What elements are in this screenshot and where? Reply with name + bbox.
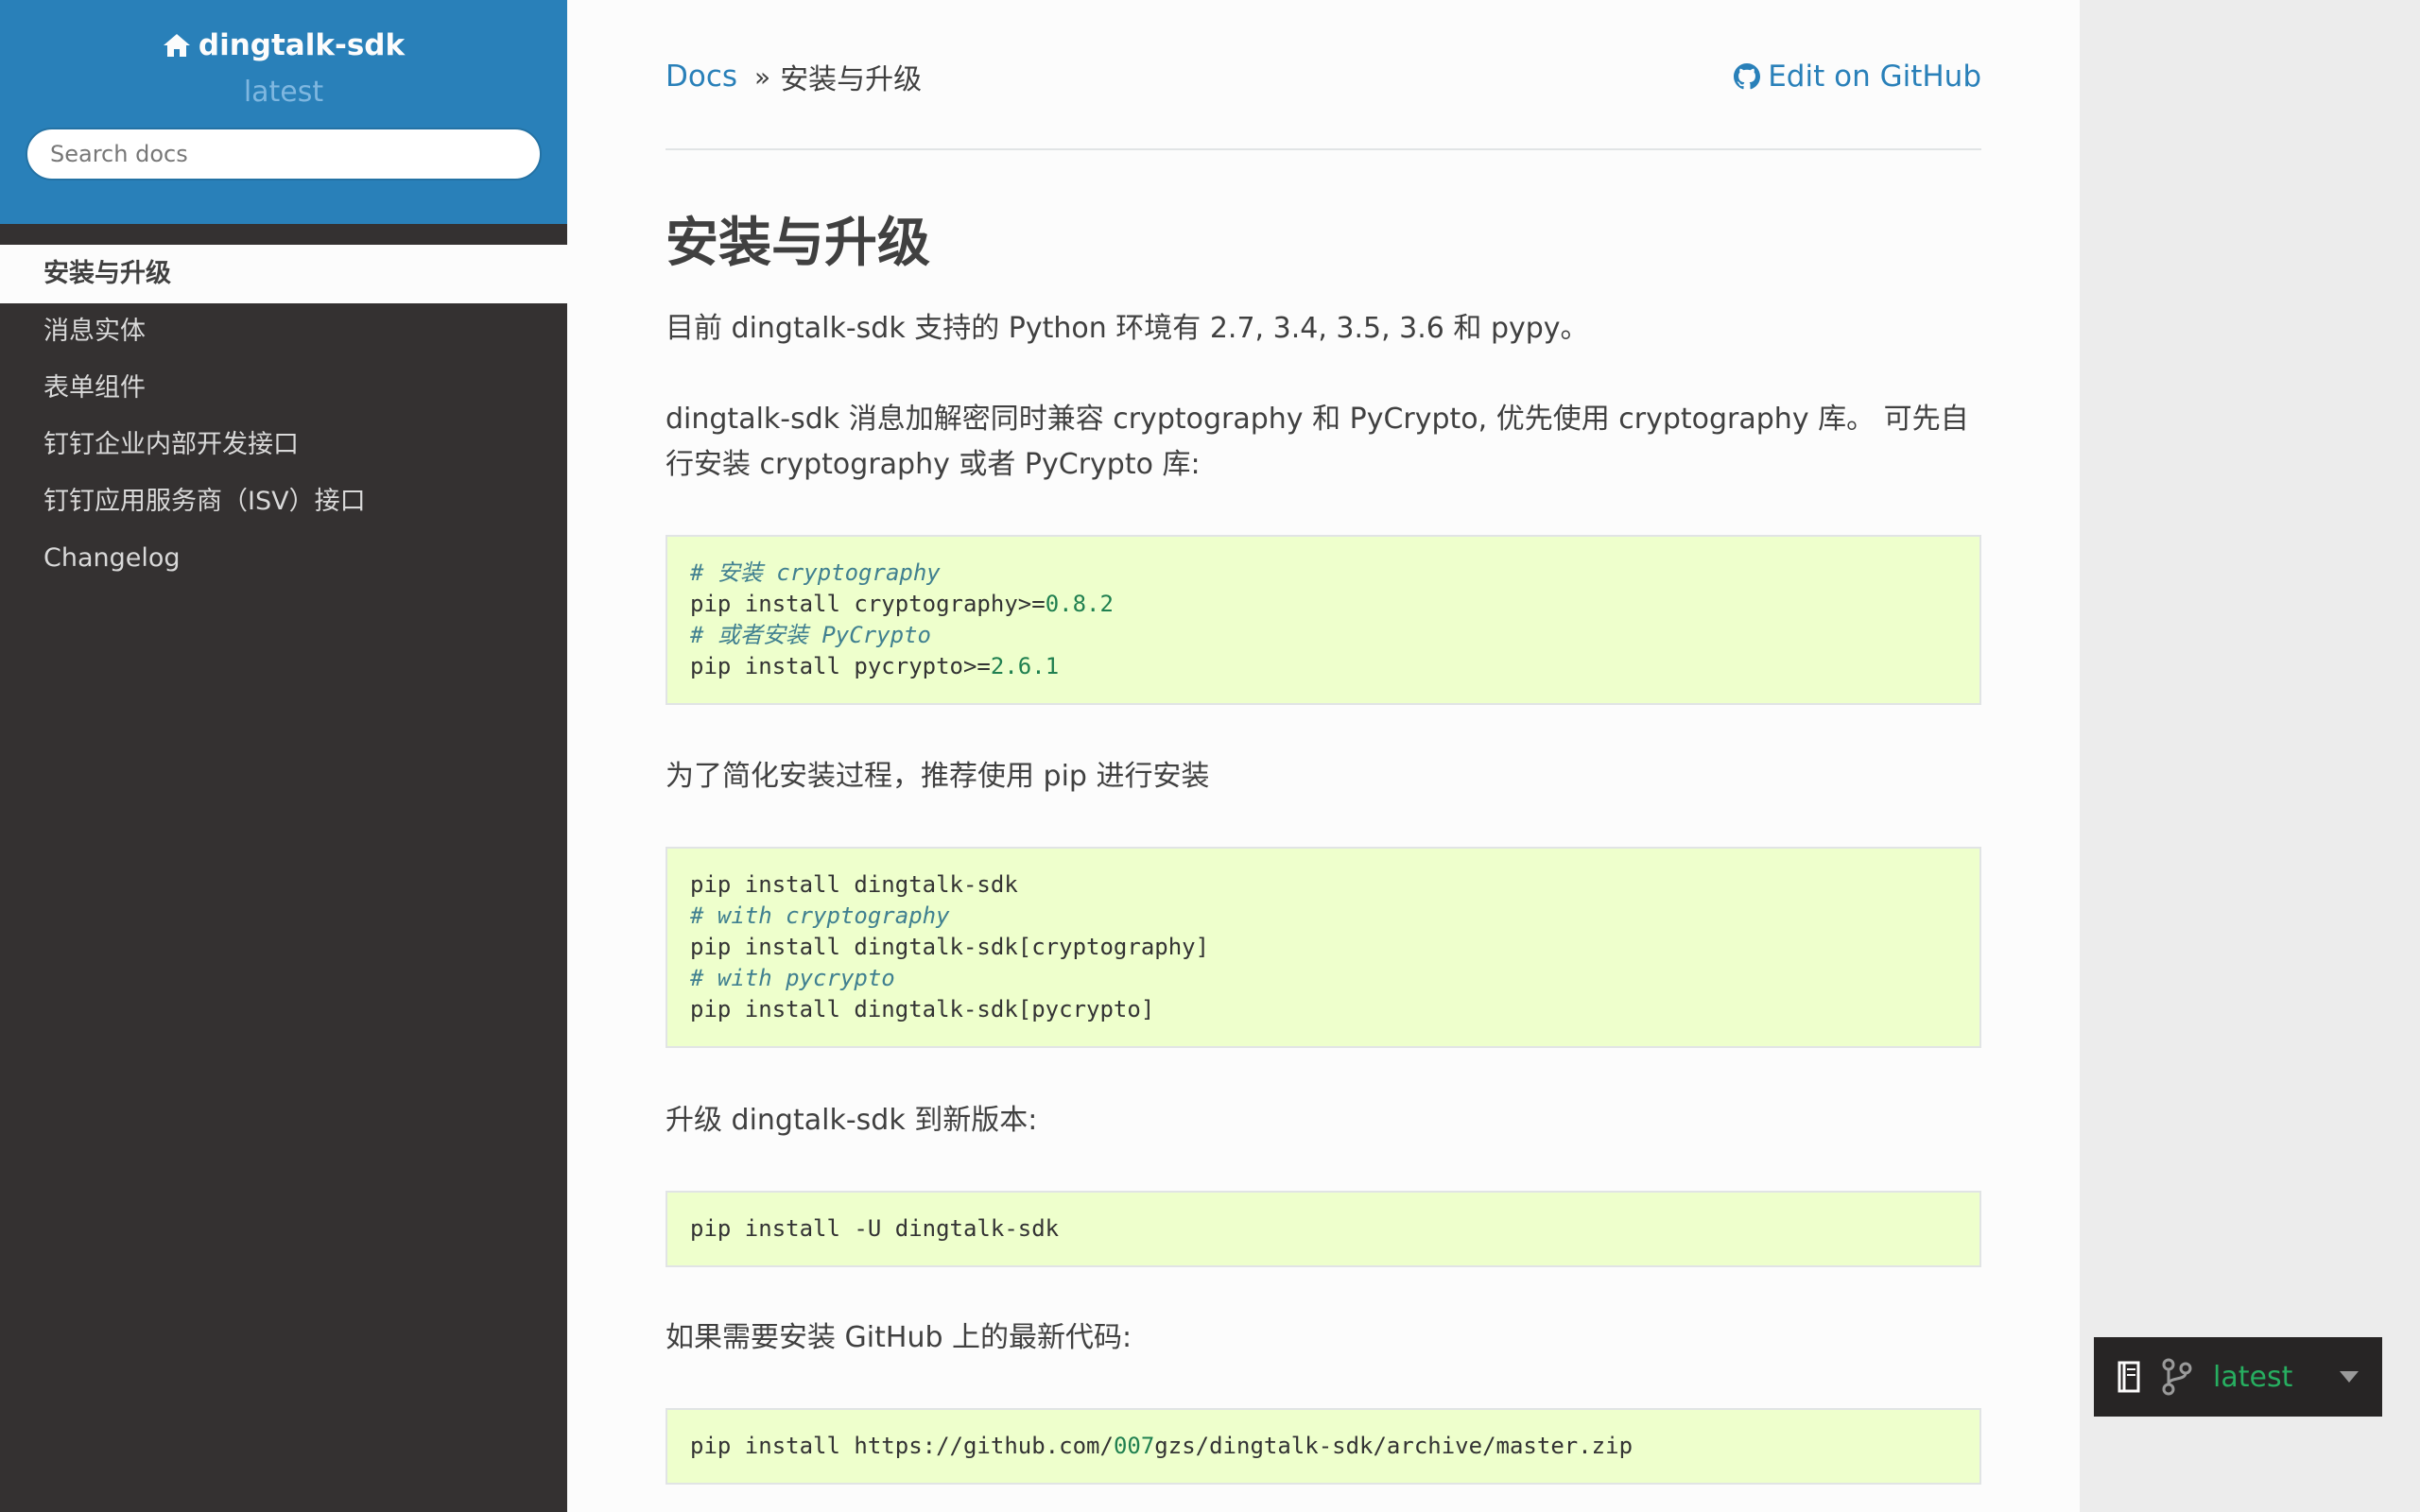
code-block-upgrade: pip install -U dingtalk-sdk bbox=[666, 1191, 1981, 1267]
project-home-link[interactable]: dingtalk-sdk bbox=[163, 28, 405, 62]
home-icon bbox=[163, 34, 190, 57]
paragraph-crypto-compat: dingtalk-sdk 消息加解密同时兼容 cryptography 和 Py… bbox=[666, 403, 1969, 481]
sidebar-nav: 安装与升级 消息实体 表单组件 钉钉企业内部开发接口 钉钉应用服务商（ISV）接… bbox=[0, 245, 567, 587]
code-comment: # 或者安装 PyCrypto bbox=[690, 622, 931, 648]
main-content: Docs » 安装与升级 Edit on GitHub 安装与升级 目前 din… bbox=[567, 0, 2080, 1512]
code-text: pip install pycrypto bbox=[690, 653, 963, 679]
code-text: pip install dingtalk-sdk[pycrypto] bbox=[690, 996, 1155, 1022]
paragraph-pip-recommend: 为了简化安装过程，推荐使用 pip 进行安装 bbox=[666, 760, 1210, 793]
header-divider bbox=[666, 148, 1981, 150]
book-icon bbox=[2118, 1361, 2140, 1393]
code-text: pip install https://github.com/ bbox=[690, 1433, 1114, 1459]
sidebar-item-forms[interactable]: 表单组件 bbox=[0, 360, 567, 417]
sidebar: dingtalk-sdk latest 安装与升级 消息实体 表单组件 钉钉企业… bbox=[0, 0, 567, 1512]
code-number: 2.6.1 bbox=[990, 653, 1060, 679]
edit-on-github-label: Edit on GitHub bbox=[1768, 60, 1981, 94]
sidebar-item-install[interactable]: 安装与升级 bbox=[0, 245, 567, 303]
code-text: pip install dingtalk-sdk[cryptography] bbox=[690, 934, 1210, 960]
code-text: pip install dingtalk-sdk bbox=[690, 871, 1018, 898]
version-switcher[interactable]: latest bbox=[2094, 1337, 2382, 1417]
current-version-label: latest bbox=[2213, 1360, 2293, 1394]
code-operator: >= bbox=[962, 653, 991, 679]
code-block-github-install: pip install https://github.com/007gzs/di… bbox=[666, 1408, 1981, 1485]
breadcrumb-separator: » bbox=[754, 60, 771, 93]
breadcrumb: Docs » 安装与升级 Edit on GitHub bbox=[666, 55, 1981, 98]
code-number: 007 bbox=[1113, 1433, 1155, 1459]
paragraph-upgrade: 升级 dingtalk-sdk 到新版本: bbox=[666, 1104, 1038, 1137]
sidebar-item-internal-api[interactable]: 钉钉企业内部开发接口 bbox=[0, 417, 567, 473]
code-comment: # 安装 cryptography bbox=[690, 559, 941, 586]
code-number: 0.8.2 bbox=[1045, 591, 1114, 617]
sidebar-item-messages[interactable]: 消息实体 bbox=[0, 303, 567, 360]
code-text: pip install cryptography bbox=[690, 591, 1018, 617]
code-comment: # with pycrypto bbox=[690, 965, 895, 991]
code-text: pip install -U dingtalk-sdk bbox=[690, 1215, 1060, 1242]
code-operator: >= bbox=[1017, 591, 1046, 617]
github-icon bbox=[1734, 63, 1761, 90]
code-comment: # with cryptography bbox=[690, 902, 950, 929]
code-block-pip-install: pip install dingtalk-sdk # with cryptogr… bbox=[666, 847, 1981, 1048]
paragraph-github-latest: 如果需要安装 GitHub 上的最新代码: bbox=[666, 1321, 1132, 1354]
version-label: latest bbox=[243, 76, 324, 109]
search-input[interactable] bbox=[26, 128, 542, 180]
paragraph-python-support: 目前 dingtalk-sdk 支持的 Python 环境有 2.7, 3.4,… bbox=[666, 312, 1589, 345]
caret-down-icon bbox=[2340, 1371, 2359, 1383]
code-block-crypto-install: # 安装 cryptography pip install cryptograp… bbox=[666, 535, 1981, 705]
breadcrumb-current: 安装与升级 bbox=[780, 63, 923, 96]
code-text: gzs/dingtalk-sdk/archive/master.zip bbox=[1154, 1433, 1634, 1459]
breadcrumb-docs-link[interactable]: Docs bbox=[666, 60, 737, 94]
sidebar-item-changelog[interactable]: Changelog bbox=[0, 530, 567, 587]
sidebar-item-isv-api[interactable]: 钉钉应用服务商（ISV）接口 bbox=[0, 473, 567, 530]
sidebar-header: dingtalk-sdk latest bbox=[0, 0, 567, 224]
git-branch-icon bbox=[2162, 1358, 2192, 1396]
page-title: 安装与升级 bbox=[666, 213, 930, 274]
edit-on-github-link[interactable]: Edit on GitHub bbox=[1734, 60, 1981, 94]
project-name: dingtalk-sdk bbox=[198, 28, 406, 62]
